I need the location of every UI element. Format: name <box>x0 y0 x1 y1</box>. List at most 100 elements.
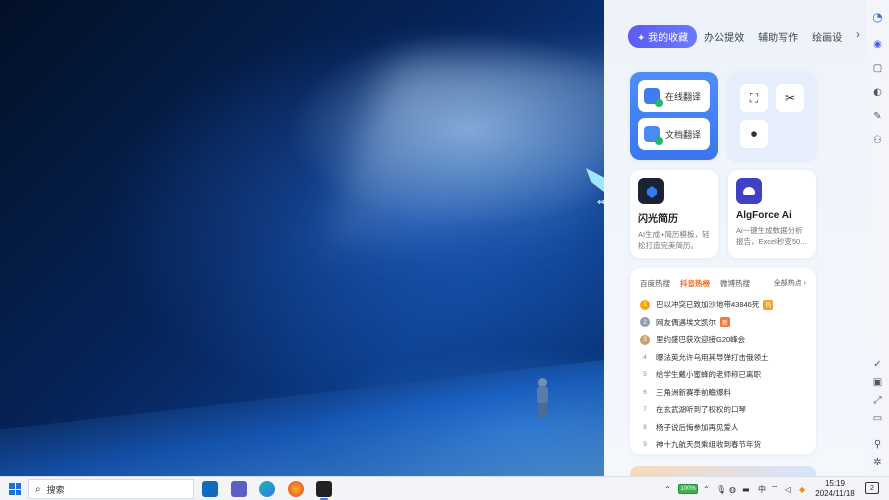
logo-icon[interactable]: ◔ <box>871 10 884 24</box>
firefox-app-icon[interactable] <box>288 481 304 497</box>
tab-douyin-hot[interactable]: 抖音热榜 <box>680 278 710 289</box>
windows-start-icon[interactable] <box>9 483 21 495</box>
group-icon[interactable]: ⚇ <box>871 134 884 147</box>
floor-light <box>0 360 604 476</box>
battery-indicator[interactable]: 100% <box>678 484 698 494</box>
tray-up-icon[interactable]: ⌃ <box>703 477 710 500</box>
translate-card: 在线翻译 文档翻译 <box>630 72 718 160</box>
microphone-icon[interactable]: 🎙 <box>716 477 726 500</box>
volume-icon[interactable]: ◁ <box>785 477 791 500</box>
hot-topic-text: 杨子说后悔参加再见爱人 <box>656 422 739 432</box>
list-item[interactable]: 2 网友偶遇埃文凯尔 新 <box>640 314 810 332</box>
feedback-icon[interactable]: ▭ <box>871 412 884 425</box>
taskbar-clock[interactable]: 15:19 2024/11/18 <box>812 479 858 499</box>
ai-icon[interactable]: ◉ <box>871 38 884 51</box>
desktop-wallpaper: ⇔ <box>0 0 604 476</box>
clock-time: 15:19 <box>824 479 846 488</box>
search-icon: ⌕ <box>35 483 41 495</box>
list-item[interactable]: 4 曝法英允许乌用其导弹打击俄领土 <box>640 349 810 367</box>
astronaut-figure <box>536 378 548 418</box>
clock-date: 2024/11/18 <box>815 489 855 498</box>
online-translate-button[interactable]: 在线翻译 <box>638 80 710 112</box>
tools-card: ⛶ ✂ ⏺ <box>728 72 816 160</box>
panel-bottom-card[interactable] <box>630 466 816 476</box>
list-item[interactable]: 1 巴以冲突已致加沙地带43846死 热 <box>640 296 810 314</box>
tab-drawing[interactable]: 绘画设 <box>805 25 849 48</box>
list-item[interactable]: 5 给学生戴小蜜蜂的老师称已离职 <box>640 366 810 384</box>
wifi-icon[interactable]: ⌔ <box>771 477 779 500</box>
document-icon <box>644 126 663 145</box>
pin-icon[interactable]: ⚲ <box>871 438 884 451</box>
list-item[interactable]: 8 杨子说后悔参加再见爱人 <box>640 419 810 437</box>
app-card-algforce[interactable]: AlgForce Ai Ai一键生成数据分析报告，Excel秒变50... <box>728 170 816 258</box>
rank-number: 7 <box>643 406 647 414</box>
tab-baidu-hot[interactable]: 百度热搜 <box>640 278 670 289</box>
rank-number: 8 <box>643 423 647 431</box>
usb-icon[interactable]: ▬ <box>742 477 750 500</box>
hot-topic-text: 神十九航天员乘组收到春节年货 <box>656 440 761 450</box>
palette-icon[interactable]: ◐ <box>871 86 884 99</box>
app-card-resume[interactable]: 闪光简历 AI生成+简历模板，轻松打造完美简历。 <box>630 170 718 258</box>
hot-topics-card: 百度热搜 抖音热榜 微博热搜 全部热点 › 1 巴以冲突已致加沙地带43846死… <box>630 268 816 454</box>
hot-topic-text: 巴以冲突已致加沙地带43846死 <box>656 300 760 310</box>
online-translate-label: 在线翻译 <box>665 91 702 102</box>
edge-app-icon[interactable] <box>259 481 275 497</box>
hot-topic-text: 里约盛巴获欢迎接G20峰会 <box>656 335 746 345</box>
list-item[interactable]: 9 神十九航天员乘组收到春节年货 <box>640 436 810 454</box>
ime-indicator[interactable]: 中 <box>758 477 766 500</box>
algforce-app-icon <box>736 178 762 204</box>
rank-number: 4 <box>643 353 647 361</box>
tab-weibo-hot[interactable]: 微博热搜 <box>720 278 750 289</box>
hot-topic-text: 网友偶遇埃文凯尔 <box>656 317 716 327</box>
hot-topic-text: 给学生戴小蜜蜂的老师称已离职 <box>656 370 761 380</box>
resize-cursor-icon: ⇔ <box>597 197 604 208</box>
taskbar-search[interactable]: ⌕ 搜索 <box>28 479 194 499</box>
sync-icon[interactable]: ◍ <box>729 477 736 500</box>
category-tabs: ✦ 我的收藏 办公提效 辅助写作 绘画设 › <box>628 24 864 48</box>
rank-badge: 3 <box>640 334 650 345</box>
rank-number: 6 <box>643 388 647 396</box>
tab-writing[interactable]: 辅助写作 <box>751 25 805 48</box>
crop-icon[interactable]: ⛶ <box>740 84 768 112</box>
teams-app-icon[interactable] <box>231 481 247 497</box>
rank-number: 9 <box>643 441 647 449</box>
app-title: 闪光简历 <box>638 214 678 225</box>
outlook-app-icon[interactable] <box>202 481 218 497</box>
notification-center-icon[interactable]: 2 <box>865 482 879 494</box>
check-circle-icon[interactable]: ✓ <box>871 358 884 371</box>
screen-record-icon[interactable]: ⏺ <box>740 120 768 148</box>
doc-translate-button[interactable]: 文档翻译 <box>638 118 710 150</box>
hot-topics-list: 1 巴以冲突已致加沙地带43846死 热 2 网友偶遇埃文凯尔 新 3 里约盛巴… <box>640 296 810 454</box>
app-title: AlgForce Ai <box>736 210 792 221</box>
tabs-next-icon[interactable]: › <box>856 27 860 41</box>
resume-app-icon <box>638 178 664 204</box>
search-placeholder: 搜索 <box>46 484 65 495</box>
tab-office[interactable]: 办公提效 <box>697 25 751 48</box>
astronaut-legs <box>538 403 547 418</box>
all-hot-link[interactable]: 全部热点 › <box>774 278 806 288</box>
scissors-icon[interactable]: ✂ <box>776 84 804 112</box>
list-item[interactable]: 7 在玄武湖听到了权权的口琴 <box>640 401 810 419</box>
ai-side-panel: ✦ 我的收藏 办公提效 辅助写作 绘画设 › 在线翻译 文档翻译 ⛶ ✂ ⏺ 闪… <box>604 0 866 476</box>
capcut-app-icon[interactable] <box>316 481 332 500</box>
app-description: Ai一键生成数据分析报告，Excel秒变50... <box>736 226 807 246</box>
pen-icon[interactable]: ✎ <box>871 110 884 123</box>
new-tag-badge: 新 <box>720 317 730 328</box>
tray-chevron-icon[interactable]: ⌃ <box>664 477 671 500</box>
hot-topic-text: 曝法英允许乌用其导弹打击俄领土 <box>656 352 769 362</box>
tray-app-icon[interactable]: ◆ <box>799 477 805 500</box>
hot-topic-text: 在玄武湖听到了权权的口琴 <box>656 405 746 415</box>
settings-icon[interactable]: ✲ <box>871 456 884 469</box>
right-tool-rail: ◔ ◉ ▢ ◐ ✎ ⚇ ✓ ▣ ⤢ ▭ ⚲ ✲ <box>866 0 889 476</box>
screenshot-icon[interactable]: ▣ <box>871 376 884 389</box>
app-description: AI生成+简历模板，轻松打造完美简历。 <box>638 230 710 250</box>
rank-badge: 2 <box>640 317 650 328</box>
tab-favorites[interactable]: ✦ 我的收藏 <box>628 24 698 48</box>
expand-icon[interactable]: ⤢ <box>871 394 884 407</box>
rank-badge: 1 <box>640 299 650 310</box>
taskbar: ⌕ 搜索 ⌃ 100% ⌃ 🎙 ◍ ▬ 中 ⌔ ◁ ◆ 15:19 2024/1… <box>0 476 889 500</box>
chat-icon[interactable]: ▢ <box>871 62 884 75</box>
list-item[interactable]: 3 里约盛巴获欢迎接G20峰会 <box>640 331 810 349</box>
hot-topics-tabs: 百度热搜 抖音热榜 微博热搜 <box>640 278 760 289</box>
list-item[interactable]: 6 三角洲新赛季前瞻爆料 <box>640 384 810 402</box>
